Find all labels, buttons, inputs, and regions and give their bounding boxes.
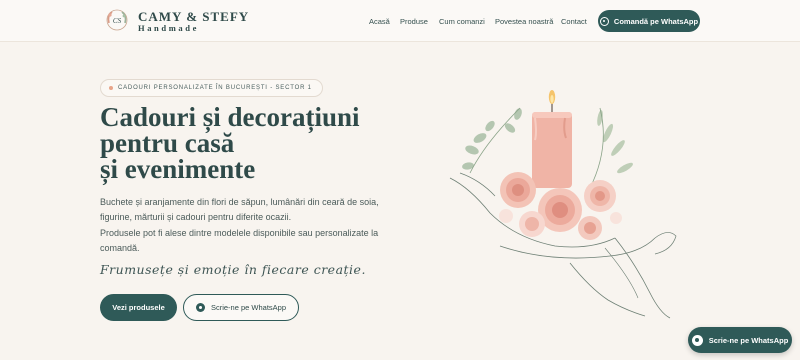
whatsapp-icon [195,303,205,312]
hero-description-custom: Produsele pot fi alese dintre modelele d… [100,228,379,253]
whatsapp-icon [599,16,609,26]
nav-link-produse[interactable]: Produse [400,17,428,26]
write-whatsapp-button[interactable]: Scrie-ne pe WhatsApp [183,294,299,321]
nav-link-povestea-noastra[interactable]: Povestea noastră [495,17,553,26]
site-header: CS CAMY & STEFY Handmade Acasă Produse C… [0,0,800,42]
hero-title-line: și evenimente [100,154,256,184]
view-products-button[interactable]: Vezi produsele [100,294,177,321]
candle-flowers-illustration [449,90,677,319]
hero-title: Cadouri și decorațiuni pentru casă și ev… [100,102,400,184]
whatsapp-icon [691,334,703,346]
whatsapp-order-label: Comandă pe WhatsApp [613,16,699,26]
badge-dot-icon [109,86,113,90]
badge-text: CADOURI PERSONALIZATE ÎN BUCUREȘTI - SEC… [118,85,312,91]
write-whatsapp-label: Scrie-ne pe WhatsApp [210,303,287,312]
hero-title-line: Cadouri și decorațiuni [100,102,360,132]
view-products-label: Vezi produsele [112,303,165,312]
floating-whatsapp-label: Scrie-ne pe WhatsApp [708,335,789,345]
nav-link-cum-comanzi[interactable]: Cum comanzi [439,17,485,26]
hero-title-line: pentru casă [100,128,235,158]
whatsapp-order-button[interactable]: Comandă pe WhatsApp [598,10,700,32]
hero-description: Buchete și aranjamente din flori de săpu… [100,197,379,222]
location-badge: CADOURI PERSONALIZATE ÎN BUCUREȘTI - SEC… [100,79,323,97]
hero-tagline: Frumusețe și emoție în fiecare creație. [100,262,366,277]
nav-link-contact[interactable]: Contact [561,17,587,26]
nav-link-acasa[interactable]: Acasă [369,17,390,26]
floating-whatsapp-button[interactable]: Scrie-ne pe WhatsApp [688,327,792,353]
